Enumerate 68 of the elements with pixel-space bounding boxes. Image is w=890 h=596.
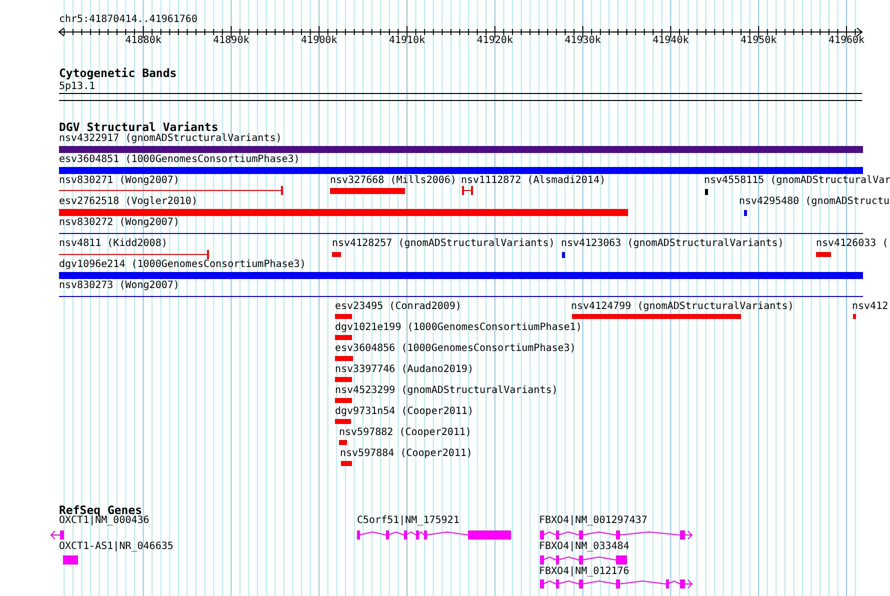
- variant-bar[interactable]: [330, 188, 405, 194]
- ruler-tick-label: 41930k: [564, 36, 601, 46]
- feature-label: nsv3397746 (Audano2019): [335, 365, 474, 375]
- variant-bar[interactable]: [335, 335, 352, 340]
- ruler-tick-label: 41890k: [213, 36, 250, 46]
- feature-label: C5orf51|NM_175921: [357, 516, 460, 526]
- variant-line[interactable]: [462, 186, 473, 195]
- feature-label: FBXO4|NM_033484: [539, 542, 630, 552]
- variant-bar[interactable]: [332, 252, 341, 257]
- variant-bar[interactable]: [59, 209, 628, 216]
- feature-label: nsv4523299 (gnomADStructuralVariants): [335, 386, 558, 396]
- feature-label: dgv1021e199 (1000GenomesConsortiumPhase1): [335, 323, 582, 333]
- variant-bar[interactable]: [341, 461, 352, 466]
- feature-label: nsv4811 (Kidd2008): [59, 239, 168, 249]
- track-title: RefSeq Genes: [59, 505, 142, 516]
- feature-label: 5p13.1: [59, 82, 96, 92]
- ruler-tick-label: 41950k: [740, 36, 777, 46]
- feature-label: nsv4123063 (gnomADStructuralVariants): [561, 239, 784, 249]
- variant-line[interactable]: [59, 250, 209, 259]
- feature-label: nsv830273 (Wong2007): [59, 281, 180, 291]
- variant-bar[interactable]: [335, 356, 353, 361]
- feature-label: nsv597882 (Cooper2011): [339, 428, 472, 438]
- feature-label: nsv412: [852, 302, 888, 312]
- variant-bar[interactable]: [335, 398, 352, 403]
- feature-label: dgv1096e214 (1000GenomesConsortiumPhase3): [59, 260, 306, 270]
- ruler-tick-label: 41880k: [125, 36, 162, 46]
- ruler-tick-label: 41900k: [301, 36, 338, 46]
- feature-label: nsv327668 (Mills2006): [330, 176, 456, 186]
- feature-label: nsv1112872 (Alsmadi2014): [461, 176, 606, 186]
- feature-label: OXCT1|NM_000436: [59, 516, 150, 526]
- ruler-tick-label: 41920k: [476, 36, 513, 46]
- feature-label: esv3604856 (1000GenomesConsortiumPhase3): [335, 344, 576, 354]
- variant-bar[interactable]: [744, 210, 747, 216]
- feature-label: nsv4128257 (gnomADStructuralVariants): [332, 239, 555, 249]
- variant-bar[interactable]: [59, 272, 863, 279]
- feature-label: nsv830271 (Wong2007): [59, 176, 180, 186]
- variant-bar[interactable]: [853, 314, 856, 319]
- feature-label: nsv4558115 (gnomADStructuralVar: [704, 176, 890, 186]
- ruler-tick-label: 41940k: [652, 36, 689, 46]
- variant-bar[interactable]: [705, 189, 708, 195]
- feature-label: nsv4295480 (gnomADStructu: [739, 197, 890, 207]
- feature-label: nsv830272 (Wong2007): [59, 218, 180, 228]
- feature-label: nsv597884 (Cooper2011): [340, 449, 472, 459]
- location-label: chr5:41870414..41961760: [59, 15, 198, 25]
- variant-bar[interactable]: [339, 440, 347, 445]
- feature-label: nsv4124799 (gnomADStructuralVariants): [571, 302, 794, 312]
- feature-label: FBXO4|NM_001297437: [539, 516, 648, 526]
- variant-bar[interactable]: [562, 252, 565, 258]
- variant-bar[interactable]: [59, 167, 863, 174]
- variant-bar[interactable]: [335, 314, 352, 319]
- feature-label: FBXO4|NM_012176: [539, 567, 630, 577]
- variant-bar[interactable]: [816, 252, 831, 257]
- feature-label: nsv4126033 (: [816, 239, 888, 249]
- feature-label: esv23495 (Conrad2009): [335, 302, 462, 312]
- track-title: Cytogenetic Bands: [59, 68, 177, 80]
- variant-bar[interactable]: [572, 314, 741, 319]
- ruler-tick-label: 41910k: [388, 36, 426, 46]
- feature-label: esv2762518 (Vogler2010): [59, 197, 198, 207]
- feature-label: dgv9731n54 (Cooper2011): [335, 407, 474, 417]
- feature-label: esv3604851 (1000GenomesConsortiumPhase3): [59, 155, 300, 165]
- ruler-tick-label: 41960k: [828, 36, 865, 46]
- variant-bar[interactable]: [59, 146, 863, 153]
- variant-line[interactable]: [59, 186, 283, 195]
- variant-bar[interactable]: [335, 419, 351, 424]
- feature-label: OXCT1-AS1|NR_046635: [59, 542, 174, 552]
- track-title: DGV Structural Variants: [59, 122, 218, 134]
- variant-bar[interactable]: [335, 377, 352, 382]
- feature-label: nsv4322917 (gnomADStructuralVariants): [59, 134, 282, 144]
